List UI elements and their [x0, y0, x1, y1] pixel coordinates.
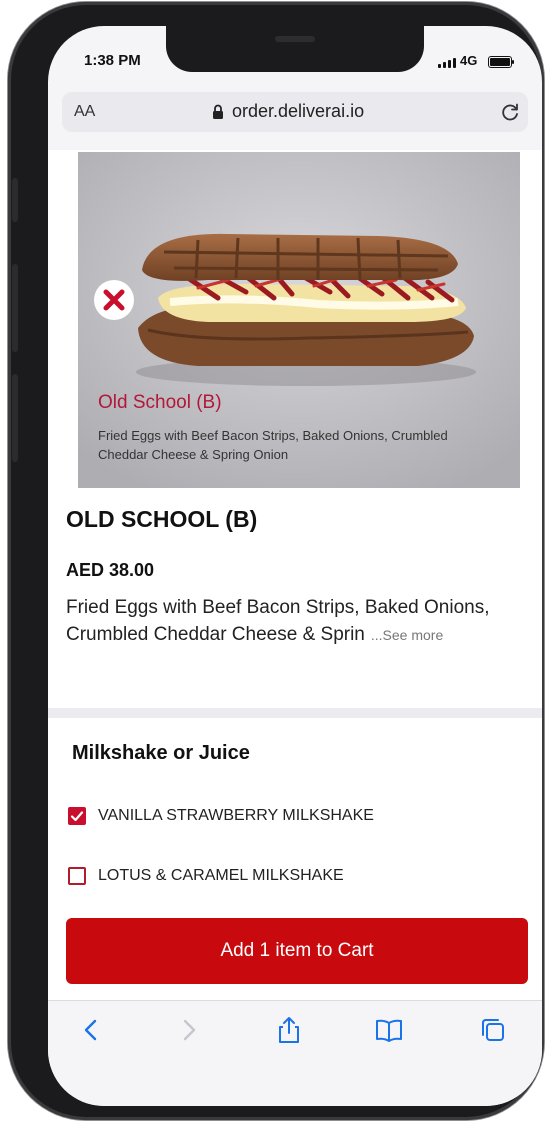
- battery-icon: [488, 56, 514, 68]
- product-title: OLD SCHOOL (B): [66, 506, 258, 532]
- speaker: [275, 36, 315, 42]
- phone-frame: 1:38 PM 4G AA order.deliverai.io Old Sch…: [8, 2, 544, 1120]
- volume-up-button: [12, 264, 18, 352]
- mute-switch: [12, 178, 18, 222]
- notch: [166, 26, 424, 72]
- padlock-icon: [213, 104, 223, 119]
- share-icon[interactable]: [274, 1015, 304, 1045]
- add-to-cart-button[interactable]: Add 1 item to Cart: [66, 918, 528, 984]
- home-indicator-area: [48, 1056, 542, 1106]
- signal-icon: [438, 58, 456, 68]
- network-label: 4G: [460, 53, 478, 68]
- product-sheet: Old School (B) Fried Eggs with Beef Baco…: [48, 150, 542, 1000]
- see-more-link[interactable]: ...See more: [371, 627, 443, 643]
- back-icon[interactable]: [76, 1015, 106, 1045]
- browser-toolbar: [48, 1000, 542, 1057]
- product-price: AED 38.00: [66, 560, 155, 580]
- checkbox-checked[interactable]: [68, 807, 86, 825]
- section-divider: [48, 708, 542, 718]
- product-description: Fried Eggs with Beef Bacon Strips, Baked…: [66, 594, 496, 649]
- option-label: LOTUS & CARAMEL MILKSHAKE: [98, 867, 344, 884]
- checkmark-icon: [70, 811, 84, 822]
- options-section-title: Milkshake or Juice: [72, 742, 250, 764]
- option-vanilla-strawberry-milkshake[interactable]: VANILLA STRAWBERRY MILKSHAKE: [68, 804, 374, 828]
- tabs-icon[interactable]: [478, 1015, 508, 1045]
- hero-description: Fried Eggs with Beef Bacon Strips, Baked…: [98, 428, 448, 462]
- product-image: Old School (B) Fried Eggs with Beef Baco…: [78, 152, 520, 488]
- reload-icon[interactable]: [498, 100, 522, 124]
- phone-screen: 1:38 PM 4G AA order.deliverai.io Old Sch…: [48, 26, 542, 1106]
- close-button[interactable]: [94, 280, 134, 320]
- close-icon: [103, 289, 125, 311]
- volume-down-button: [12, 374, 18, 462]
- text-size-button[interactable]: AA: [74, 103, 95, 121]
- forward-icon[interactable]: [174, 1015, 204, 1045]
- status-time: 1:38 PM: [84, 52, 141, 69]
- bookmarks-icon[interactable]: [374, 1015, 404, 1045]
- checkbox-unchecked[interactable]: [68, 867, 86, 885]
- hero-title: Old School (B): [98, 392, 222, 413]
- address-bar[interactable]: AA order.deliverai.io: [62, 92, 528, 132]
- option-lotus-caramel-milkshake[interactable]: LOTUS & CARAMEL MILKSHAKE: [68, 864, 344, 888]
- url-text[interactable]: order.deliverai.io: [232, 101, 364, 122]
- option-label: VANILLA STRAWBERRY MILKSHAKE: [98, 807, 374, 824]
